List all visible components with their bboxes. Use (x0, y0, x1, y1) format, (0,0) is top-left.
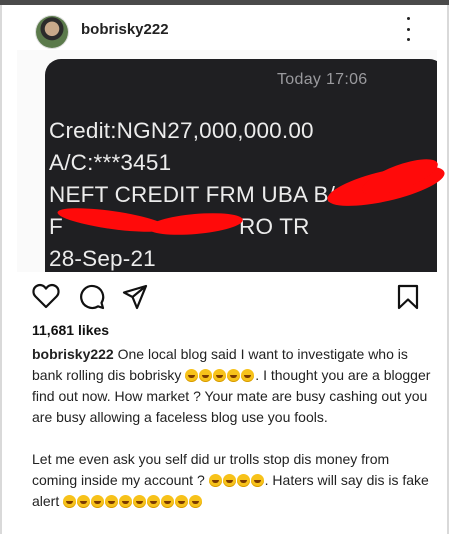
sms-credit-line: Credit:NGN27,000,000.00 (49, 118, 314, 143)
share-icon[interactable] (122, 284, 148, 310)
laughing-emoji (208, 474, 222, 487)
laughing-emoji (185, 369, 199, 382)
sms-date-line: 28-Sep-21 (49, 246, 156, 271)
action-bar (0, 283, 449, 313)
laughing-emoji (189, 495, 203, 508)
laughing-emoji-group (63, 493, 203, 509)
laughing-emoji (199, 369, 213, 382)
laughing-emoji (91, 495, 105, 508)
comment-icon[interactable] (79, 284, 105, 310)
laughing-emoji (161, 495, 175, 508)
sms-time: Today 17:06 (277, 71, 368, 88)
sms-line4-end: RO TR (239, 214, 310, 239)
caption: bobrisky222 One local blog said I want t… (32, 344, 432, 512)
laughing-emoji-group (185, 367, 255, 383)
laughing-emoji (227, 369, 241, 382)
post-header: bobrisky222 (0, 5, 449, 49)
avatar[interactable] (36, 16, 68, 48)
like-count[interactable]: 11,681 likes (32, 322, 109, 338)
heart-icon[interactable] (32, 283, 60, 309)
caption-paragraph-1: bobrisky222 One local blog said I want t… (32, 344, 432, 428)
laughing-emoji (250, 474, 264, 487)
laughing-emoji (77, 495, 91, 508)
laughing-emoji (236, 474, 250, 487)
laughing-emoji (133, 495, 147, 508)
more-options-icon[interactable] (400, 17, 416, 41)
laughing-emoji (63, 495, 77, 508)
laughing-emoji (105, 495, 119, 508)
laughing-emoji-group (208, 472, 265, 488)
username[interactable]: bobrisky222 (81, 21, 169, 38)
sms-line4-start: F (49, 214, 63, 239)
laughing-emoji (147, 495, 161, 508)
sms-neft-line: NEFT CREDIT FRM UBA B/ (49, 182, 336, 207)
laughing-emoji (175, 495, 189, 508)
laughing-emoji (241, 369, 255, 382)
laughing-emoji (222, 474, 236, 487)
laughing-emoji (119, 495, 133, 508)
caption-paragraph-2: Let me even ask you self did ur trolls s… (32, 449, 432, 512)
caption-username[interactable]: bobrisky222 (32, 346, 114, 362)
sms-account-line: A/C:***3451 (49, 150, 172, 175)
laughing-emoji (213, 369, 227, 382)
bookmark-icon[interactable] (397, 284, 419, 310)
